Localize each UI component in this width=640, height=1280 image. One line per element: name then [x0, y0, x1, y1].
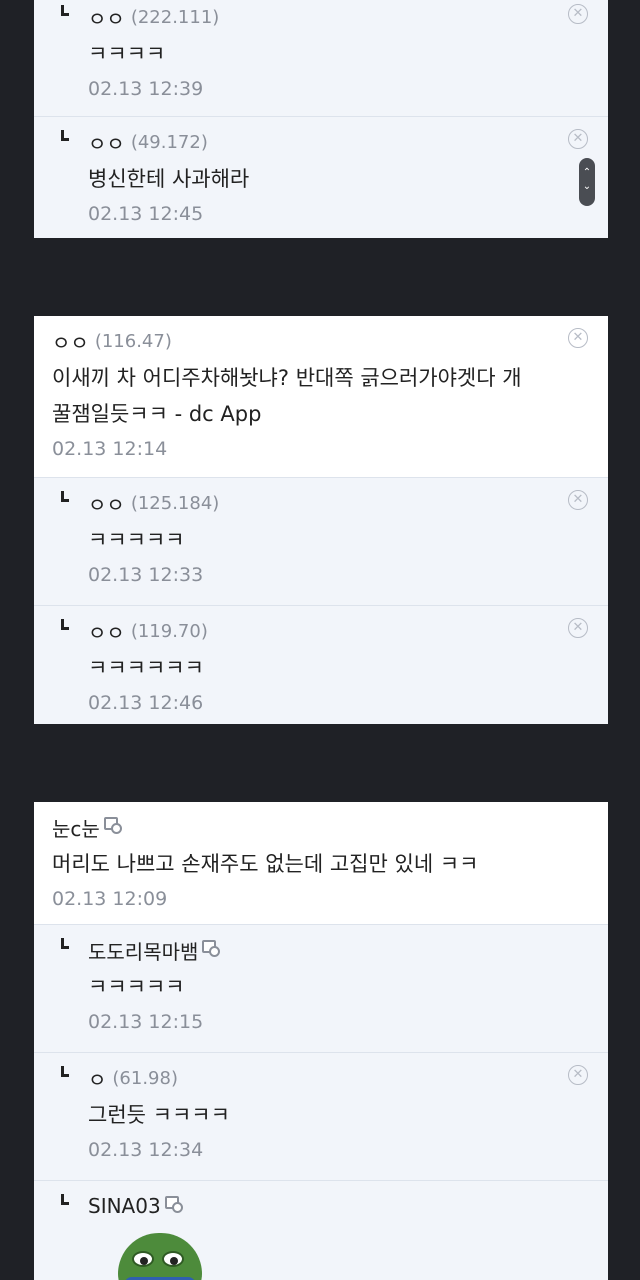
reply-item: ㅇㅇ (125.184) ㅋㅋㅋㅋㅋ 02.13 12:33 ✕ — [34, 477, 608, 605]
reply-author-line: ㅇㅇ (125.184) — [88, 488, 568, 518]
reply-date: 02.13 12:34 — [88, 1139, 204, 1161]
reply-item: ㅇㅇ (119.70) ㅋㅋㅋㅋㅋㅋ 02.13 12:46 ✕ — [34, 605, 608, 724]
comment-item: 눈c눈 머리도 나쁘고 손재주도 없는데 고집만 있네 ㅋㅋ 02.13 12:… — [34, 802, 608, 924]
reply-arrow-icon — [61, 5, 69, 16]
reply-date: 02.13 12:33 — [88, 564, 204, 586]
comment-item: ㅇㅇ (116.47) 이새끼 차 어디주차해놧냐? 반대쪽 긁으러가야겟다 개… — [34, 316, 608, 477]
reply-ip: (125.184) — [130, 492, 220, 514]
reply-nickname[interactable]: SINA03 — [88, 1194, 161, 1218]
comment-author-line: 눈c눈 — [52, 812, 568, 842]
sticker-eye — [162, 1251, 184, 1267]
reply-item: ㅇㅇ (222.111) ㅋㅋㅋㅋ 02.13 12:39 ✕ — [34, 0, 608, 116]
reply-author-line: SINA03 — [88, 1191, 568, 1221]
comment-thread-2: ㅇㅇ (116.47) 이새끼 차 어디주차해놧냐? 반대쪽 긁으러가야겟다 개… — [34, 316, 608, 724]
comment-nickname[interactable]: 눈c눈 — [52, 813, 100, 842]
reply-ip: (61.98) — [112, 1067, 178, 1089]
sticker-eye — [132, 1251, 154, 1267]
reply-item: 도도리목마뱀 ㅋㅋㅋㅋㅋ 02.13 12:15 — [34, 924, 608, 1052]
comment-page: ㅇㅇ (222.111) ㅋㅋㅋㅋ 02.13 12:39 ✕ ㅇㅇ (49.1… — [0, 0, 640, 1280]
reply-arrow-icon — [61, 1066, 69, 1077]
reply-item: ㅇㅇ (49.172) 병신한테 사과해라 02.13 12:45 ✕ — [34, 116, 608, 238]
chevron-up-icon: ⌃ — [582, 167, 592, 178]
comment-ip: (116.47) — [94, 330, 172, 352]
reply-nickname[interactable]: 도도리목마뱀 — [88, 936, 198, 965]
comment-thread-1: ㅇㅇ (222.111) ㅋㅋㅋㅋ 02.13 12:39 ✕ ㅇㅇ (49.1… — [34, 0, 608, 238]
reply-text: 그런듯 ㅋㅋㅋㅋ — [88, 1103, 230, 1127]
reply-nickname[interactable]: ㅇㅇ — [88, 617, 125, 646]
reply-nickname[interactable]: ㅇㅇ — [88, 3, 125, 32]
comment-date: 02.13 12:14 — [52, 438, 168, 460]
comment-thread-3: 눈c눈 머리도 나쁘고 손재주도 없는데 고집만 있네 ㅋㅋ 02.13 12:… — [34, 802, 608, 1280]
reply-author-line: ㅇ (61.98) — [88, 1063, 568, 1093]
scrollbar-thumb[interactable]: ⌃ ⌄ — [579, 158, 595, 206]
comment-author-line: ㅇㅇ (116.47) — [52, 326, 568, 356]
comment-text-line-1: 이새끼 차 어디주차해놧냐? 반대쪽 긁으러가야겟다 개 — [52, 366, 522, 390]
chevron-down-icon: ⌄ — [582, 181, 592, 192]
reply-arrow-icon — [61, 938, 69, 949]
reply-date: 02.13 12:39 — [88, 78, 204, 100]
reply-arrow-icon — [61, 1194, 69, 1205]
reply-text: 병신한테 사과해라 — [88, 167, 250, 191]
reply-nickname[interactable]: ㅇㅇ — [88, 489, 125, 518]
close-circle-icon[interactable]: ✕ — [568, 328, 588, 348]
sticker-head — [118, 1233, 202, 1280]
comment-text-line-2: 꿀잼일듯ㅋㅋ - dc App — [52, 402, 262, 426]
gallog-icon[interactable] — [164, 1195, 183, 1213]
reply-ip: (222.111) — [130, 6, 220, 28]
reply-date: 02.13 12:45 — [88, 203, 204, 225]
reply-item: ㅇ (61.98) 그런듯 ㅋㅋㅋㅋ 02.13 12:34 ✕ — [34, 1052, 608, 1180]
close-circle-icon[interactable]: ✕ — [568, 618, 588, 638]
reply-text: ㅋㅋㅋㅋㅋ — [88, 975, 185, 999]
gallog-icon[interactable] — [202, 939, 221, 957]
reply-text: ㅋㅋㅋㅋㅋ — [88, 528, 185, 552]
close-circle-icon[interactable]: ✕ — [568, 4, 588, 24]
reply-arrow-icon — [61, 491, 69, 502]
reply-author-line: ㅇㅇ (119.70) — [88, 616, 568, 646]
reply-nickname[interactable]: ㅇ — [88, 1064, 106, 1093]
close-circle-icon[interactable]: ✕ — [568, 1065, 588, 1085]
reply-author-line: 도도리목마뱀 — [88, 935, 568, 965]
reply-arrow-icon — [61, 130, 69, 141]
reply-nickname[interactable]: ㅇㅇ — [88, 128, 125, 157]
close-circle-icon[interactable]: ✕ — [568, 490, 588, 510]
close-circle-icon[interactable]: ✕ — [568, 129, 588, 149]
reply-date: 02.13 12:46 — [88, 692, 204, 714]
reply-item: SINA03 — [34, 1180, 608, 1280]
reply-text: ㅋㅋㅋㅋㅋㅋ — [88, 656, 204, 680]
reply-arrow-icon — [61, 619, 69, 630]
reply-author-line: ㅇㅇ (222.111) — [88, 2, 568, 32]
reply-ip: (119.70) — [130, 620, 208, 642]
comment-text: 이새끼 차 어디주차해놧냐? 반대쪽 긁으러가야겟다 개 꿀잼일듯ㅋㅋ - dc… — [52, 360, 568, 432]
reply-text: ㅋㅋㅋㅋ — [88, 42, 166, 66]
comment-date: 02.13 12:09 — [52, 888, 168, 910]
reply-author-line: ㅇㅇ (49.172) — [88, 127, 568, 157]
reply-date: 02.13 12:15 — [88, 1011, 204, 1033]
pepe-sticker-image — [88, 1229, 228, 1280]
comment-text: 머리도 나쁘고 손재주도 없는데 고집만 있네 ㅋㅋ — [52, 852, 479, 876]
comment-nickname[interactable]: ㅇㅇ — [52, 327, 89, 356]
gallog-icon[interactable] — [103, 816, 122, 834]
reply-ip: (49.172) — [130, 131, 208, 153]
